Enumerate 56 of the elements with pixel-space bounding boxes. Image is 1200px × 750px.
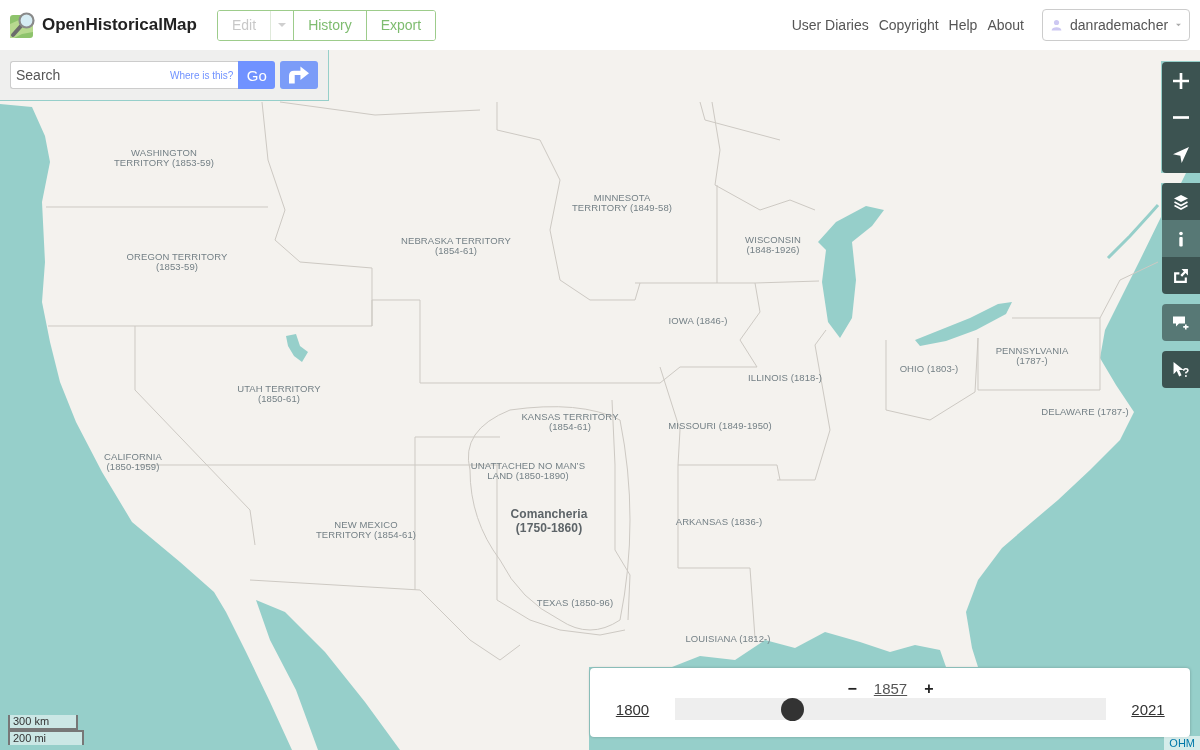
nav-link[interactable]: About: [987, 17, 1024, 33]
caret-icon: [1176, 23, 1181, 27]
layers-button[interactable]: [1162, 183, 1200, 220]
info-icon: [1178, 230, 1184, 247]
map-label: KANSAS TERRITORY (1854-61): [521, 411, 619, 433]
map-label: IOWA (1846-): [668, 315, 728, 327]
map-label: ARKANSAS (1836-): [675, 516, 763, 528]
map-label: WISCONSIN (1848-1926): [745, 234, 801, 256]
map-label: PENNSYLVANIA (1787-): [995, 345, 1069, 367]
directions-button[interactable]: [280, 61, 319, 89]
map-label: LOUISIANA (1812-): [685, 633, 771, 645]
map-label: OREGON TERRITORY (1853-59): [126, 251, 228, 273]
scale-bar: 200 mi: [8, 730, 84, 745]
start-year-link[interactable]: 1800: [615, 700, 650, 718]
end-year-link[interactable]: 2021: [1131, 700, 1165, 718]
increment-button[interactable]: +: [924, 679, 934, 698]
site-logo-text[interactable]: OpenHistoricalMap: [42, 15, 197, 35]
map-label: NEBRASKA TERRITORY (1854-61): [401, 235, 511, 257]
map-label: MISSOURI (1849-1950): [668, 420, 772, 432]
share-button[interactable]: [1162, 257, 1200, 294]
map-label: CALIFORNIA (1850-1959): [104, 451, 162, 473]
search-field[interactable]: Search: [10, 61, 170, 89]
minus-icon: [1173, 116, 1189, 119]
share-icon: [1173, 267, 1189, 284]
map-label: MINNESOTA TERRITORY (1849-58): [571, 192, 673, 214]
nav-link[interactable]: User Diaries: [791, 17, 869, 33]
user-menu-button[interactable]: danrademacher: [1042, 9, 1190, 41]
map-label: DELAWARE (1787-): [1041, 406, 1129, 418]
plus-icon: [1173, 72, 1189, 89]
map-label: Comancheria (1750-1860): [510, 506, 588, 536]
map-label: UNATTACHED NO MAN’S LAND (1850-1890): [470, 460, 586, 482]
time-slider-track[interactable]: [675, 698, 1106, 720]
speech-bubble-plus-icon: [1173, 314, 1189, 331]
layers-icon: [1173, 193, 1189, 210]
current-year-link[interactable]: 1857: [873, 680, 908, 697]
map-label: ILLINOIS (1818-): [748, 372, 822, 384]
lake: [286, 334, 308, 362]
magnifier-logo-icon[interactable]: [10, 12, 36, 38]
map-label: WASHINGTON TERRITORY (1853-59): [113, 147, 215, 169]
nav-link[interactable]: Help: [948, 17, 978, 33]
map-label: TEXAS (1850-96): [536, 597, 614, 609]
slider-thumb[interactable]: [781, 697, 805, 721]
decrement-button[interactable]: −: [847, 679, 857, 698]
scale-bar: 300 km: [8, 715, 78, 730]
turn-right-arrow-icon: [289, 66, 310, 84]
nav-link[interactable]: Copyright: [878, 17, 939, 33]
query-features-button[interactable]: [1162, 351, 1200, 388]
zoom-in-button[interactable]: [1162, 62, 1200, 99]
attribution-link[interactable]: OHM: [1164, 736, 1200, 750]
map-label: NEW MEXICO TERRITORY (1854-61): [315, 519, 417, 541]
map-label: UTAH TERRITORY (1850-61): [237, 383, 321, 405]
map-label: OHIO (1803-): [899, 363, 959, 375]
navigation-arrow-icon: [1173, 146, 1189, 163]
caret-icon: [278, 23, 287, 27]
cursor-question-icon: [1173, 361, 1189, 378]
locate-button[interactable]: [1162, 136, 1200, 173]
